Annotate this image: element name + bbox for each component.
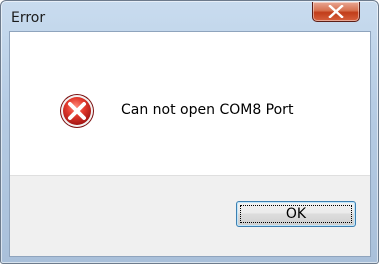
message-area: Can not open COM8 Port bbox=[10, 32, 370, 175]
error-dialog-window: Error Can not open COM8 Port OK bbox=[0, 0, 379, 264]
close-button[interactable] bbox=[312, 2, 360, 22]
window-title: Error bbox=[11, 10, 46, 26]
ok-button-label: OK bbox=[285, 206, 307, 222]
ok-button[interactable]: OK bbox=[236, 201, 356, 227]
error-message: Can not open COM8 Port bbox=[121, 102, 294, 118]
title-bar[interactable]: Error bbox=[1, 1, 378, 31]
error-icon bbox=[60, 94, 94, 128]
dialog-client-area: Can not open COM8 Port OK bbox=[9, 31, 371, 257]
button-area: OK bbox=[10, 175, 370, 256]
close-icon bbox=[328, 5, 344, 18]
